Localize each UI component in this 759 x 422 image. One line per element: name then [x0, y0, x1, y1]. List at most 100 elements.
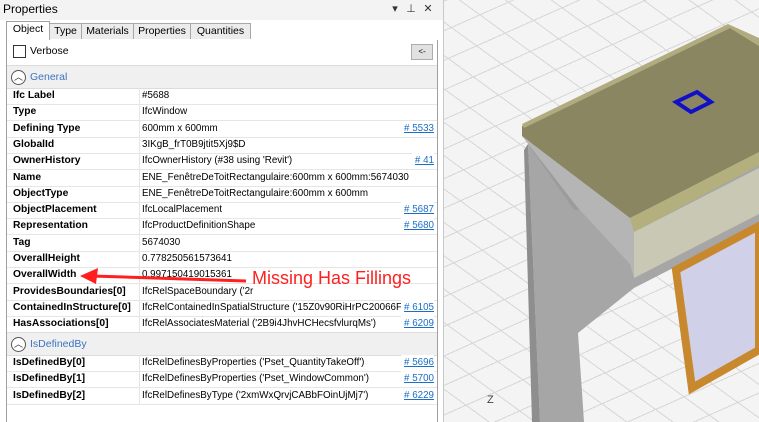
property-name: OverallHeight [13, 253, 80, 264]
column-separator [139, 234, 140, 251]
property-row[interactable]: Ifc Label #5688 [7, 88, 437, 105]
column-separator [139, 88, 140, 104]
property-value: 600mm x 600mm [142, 122, 218, 134]
property-row[interactable]: Representation IfcProductDefinitionShape #… [7, 218, 437, 236]
property-value: ENE_FenêtreDeToitRectangulaire:600mm x 6… [142, 187, 368, 199]
group-general-header[interactable]: ︿ General [7, 65, 437, 89]
verbose-label: Verbose [30, 45, 69, 57]
property-name: Type [13, 106, 37, 118]
entity-link[interactable]: # 5700 [401, 371, 434, 387]
property-name: Name [13, 171, 42, 183]
property-name: ContainedInStructure[0] [13, 301, 131, 313]
property-row[interactable]: Type IfcWindow [7, 104, 437, 122]
column-separator [139, 202, 140, 219]
axis-z-label: Z [487, 394, 494, 406]
tab-object[interactable]: Object [6, 21, 50, 40]
column-separator [139, 153, 140, 170]
column-separator [139, 283, 140, 300]
property-row[interactable]: ContainedInStructure[0] IfcRelContainedIn… [7, 299, 437, 317]
property-value: IfcRelAssociatesMaterial ('2B9i4JhvHCHec… [142, 318, 377, 330]
property-row[interactable]: IsDefinedBy[1] IfcRelDefinesByProperties … [7, 371, 437, 389]
property-name: HasAssociations[0] [13, 318, 109, 330]
3d-model[interactable] [444, 0, 759, 422]
entity-link[interactable]: # 5687 [401, 202, 434, 218]
dropdown-icon[interactable]: ▾ [388, 2, 402, 17]
tab-quantities[interactable]: Quantities [190, 23, 251, 39]
properties-content: Verbose <- ︿ General Ifc Label #5688 Type I… [6, 40, 438, 422]
column-separator [139, 136, 140, 153]
property-name: ObjectPlacement [13, 204, 97, 216]
verbose-row: Verbose <- [7, 40, 437, 64]
property-name: Tag [13, 236, 31, 248]
property-row[interactable]: ObjectPlacement IfcLocalPlacement # 5687 [7, 202, 437, 220]
collapse-up-icon[interactable]: ︿ [11, 337, 26, 352]
panel-titlebar: Properties ▾ ⊥ ✕ [0, 0, 443, 20]
entity-link[interactable]: # 6105 [401, 299, 434, 315]
property-name: IsDefinedBy[1] [13, 373, 86, 385]
3d-viewport[interactable]: Z [444, 0, 759, 422]
tab-properties[interactable]: Properties [133, 23, 191, 39]
column-separator [139, 251, 140, 267]
tab-type[interactable]: Type [49, 23, 82, 39]
pin-icon[interactable]: ⊥ [404, 2, 418, 17]
group-isdefinedby-header[interactable]: ︿ IsDefinedBy [7, 332, 437, 356]
column-separator [139, 104, 140, 121]
column-separator [139, 120, 140, 137]
property-row[interactable]: ObjectType ENE_FenêtreDeToitRectangulaire… [7, 185, 437, 203]
property-value: #5688 [142, 90, 170, 101]
entity-link[interactable]: # 6229 [401, 387, 434, 403]
column-separator [139, 387, 140, 404]
property-value: 0.778250561573641 [142, 253, 232, 264]
property-row[interactable]: GlobalId 3IKgB_frT0B9jtit5Xj9$D [7, 136, 437, 154]
column-separator [139, 316, 140, 333]
property-value: 3IKgB_frT0B9jtit5Xj9$D [142, 138, 246, 150]
entity-link[interactable]: # 41 [411, 153, 434, 169]
column-separator [139, 267, 140, 284]
property-name: ObjectType [13, 187, 69, 199]
entity-link[interactable]: # 5696 [401, 355, 434, 370]
entity-link[interactable]: # 5533 [401, 120, 434, 136]
column-separator [139, 218, 140, 235]
entity-link[interactable]: # 5680 [401, 218, 434, 234]
property-value: ENE_FenêtreDeToitRectangulaire:600mm x 6… [142, 171, 409, 183]
column-separator [139, 355, 140, 371]
property-row[interactable]: Tag 5674030 [7, 234, 437, 252]
property-value: IfcRelDefinesByProperties ('Pset_Quantit… [142, 357, 365, 368]
property-name: OverallWidth [13, 269, 77, 281]
property-name: OwnerHistory [13, 155, 81, 167]
verbose-checkbox[interactable] [13, 45, 26, 58]
group-general-label: General [30, 71, 68, 83]
column-separator [139, 371, 140, 388]
column-separator [139, 169, 140, 186]
panel-title: Properties [3, 2, 58, 16]
property-name: Ifc Label [13, 90, 55, 101]
property-value: 5674030 [142, 236, 181, 248]
tab-materials[interactable]: Materials [81, 23, 134, 39]
property-name: IsDefinedBy[0] [13, 357, 86, 368]
property-row[interactable]: OwnerHistory IfcOwnerHistory (#38 using '… [7, 153, 437, 171]
property-row[interactable]: HasAssociations[0] IfcRelAssociatesMateri… [7, 316, 437, 334]
collapse-up-icon[interactable]: ︿ [11, 70, 26, 85]
property-row[interactable]: IsDefinedBy[0] IfcRelDefinesByProperties … [7, 355, 437, 372]
properties-panel: Properties ▾ ⊥ ✕ Object Type Materials P… [0, 0, 444, 422]
property-row[interactable]: Name ENE_FenêtreDeToitRectangulaire:600mm… [7, 169, 437, 187]
property-value: IfcOwnerHistory (#38 using 'Revit') [142, 155, 293, 167]
entity-link[interactable]: # 6209 [401, 316, 434, 332]
property-name: Defining Type [13, 122, 81, 134]
property-name: ProvidesBoundaries[0] [13, 285, 126, 297]
annotation-text: Missing Has Fillings [252, 268, 412, 288]
property-row[interactable]: IsDefinedBy[2] IfcRelDefinesByType ('2xmW… [7, 387, 437, 405]
close-icon[interactable]: ✕ [421, 2, 435, 17]
column-separator [139, 185, 140, 202]
property-name: GlobalId [13, 138, 55, 150]
column-separator [139, 299, 140, 316]
property-value: IfcRelContainedInSpatialStructure ('15Z0… [142, 301, 407, 313]
property-value: IfcLocalPlacement [142, 204, 223, 216]
property-row[interactable]: Defining Type 600mm x 600mm # 5533 [7, 120, 437, 138]
property-value: IfcWindow [142, 106, 188, 118]
property-value: IfcRelDefinesByType ('2xmWxQrvjCABbFOinU… [142, 389, 369, 401]
property-row[interactable]: OverallHeight 0.778250561573641 [7, 251, 437, 268]
property-name: IsDefinedBy[2] [13, 389, 86, 401]
back-button[interactable]: <- [411, 44, 433, 60]
tab-strip: Object Type Materials Properties Quantit… [6, 21, 436, 41]
